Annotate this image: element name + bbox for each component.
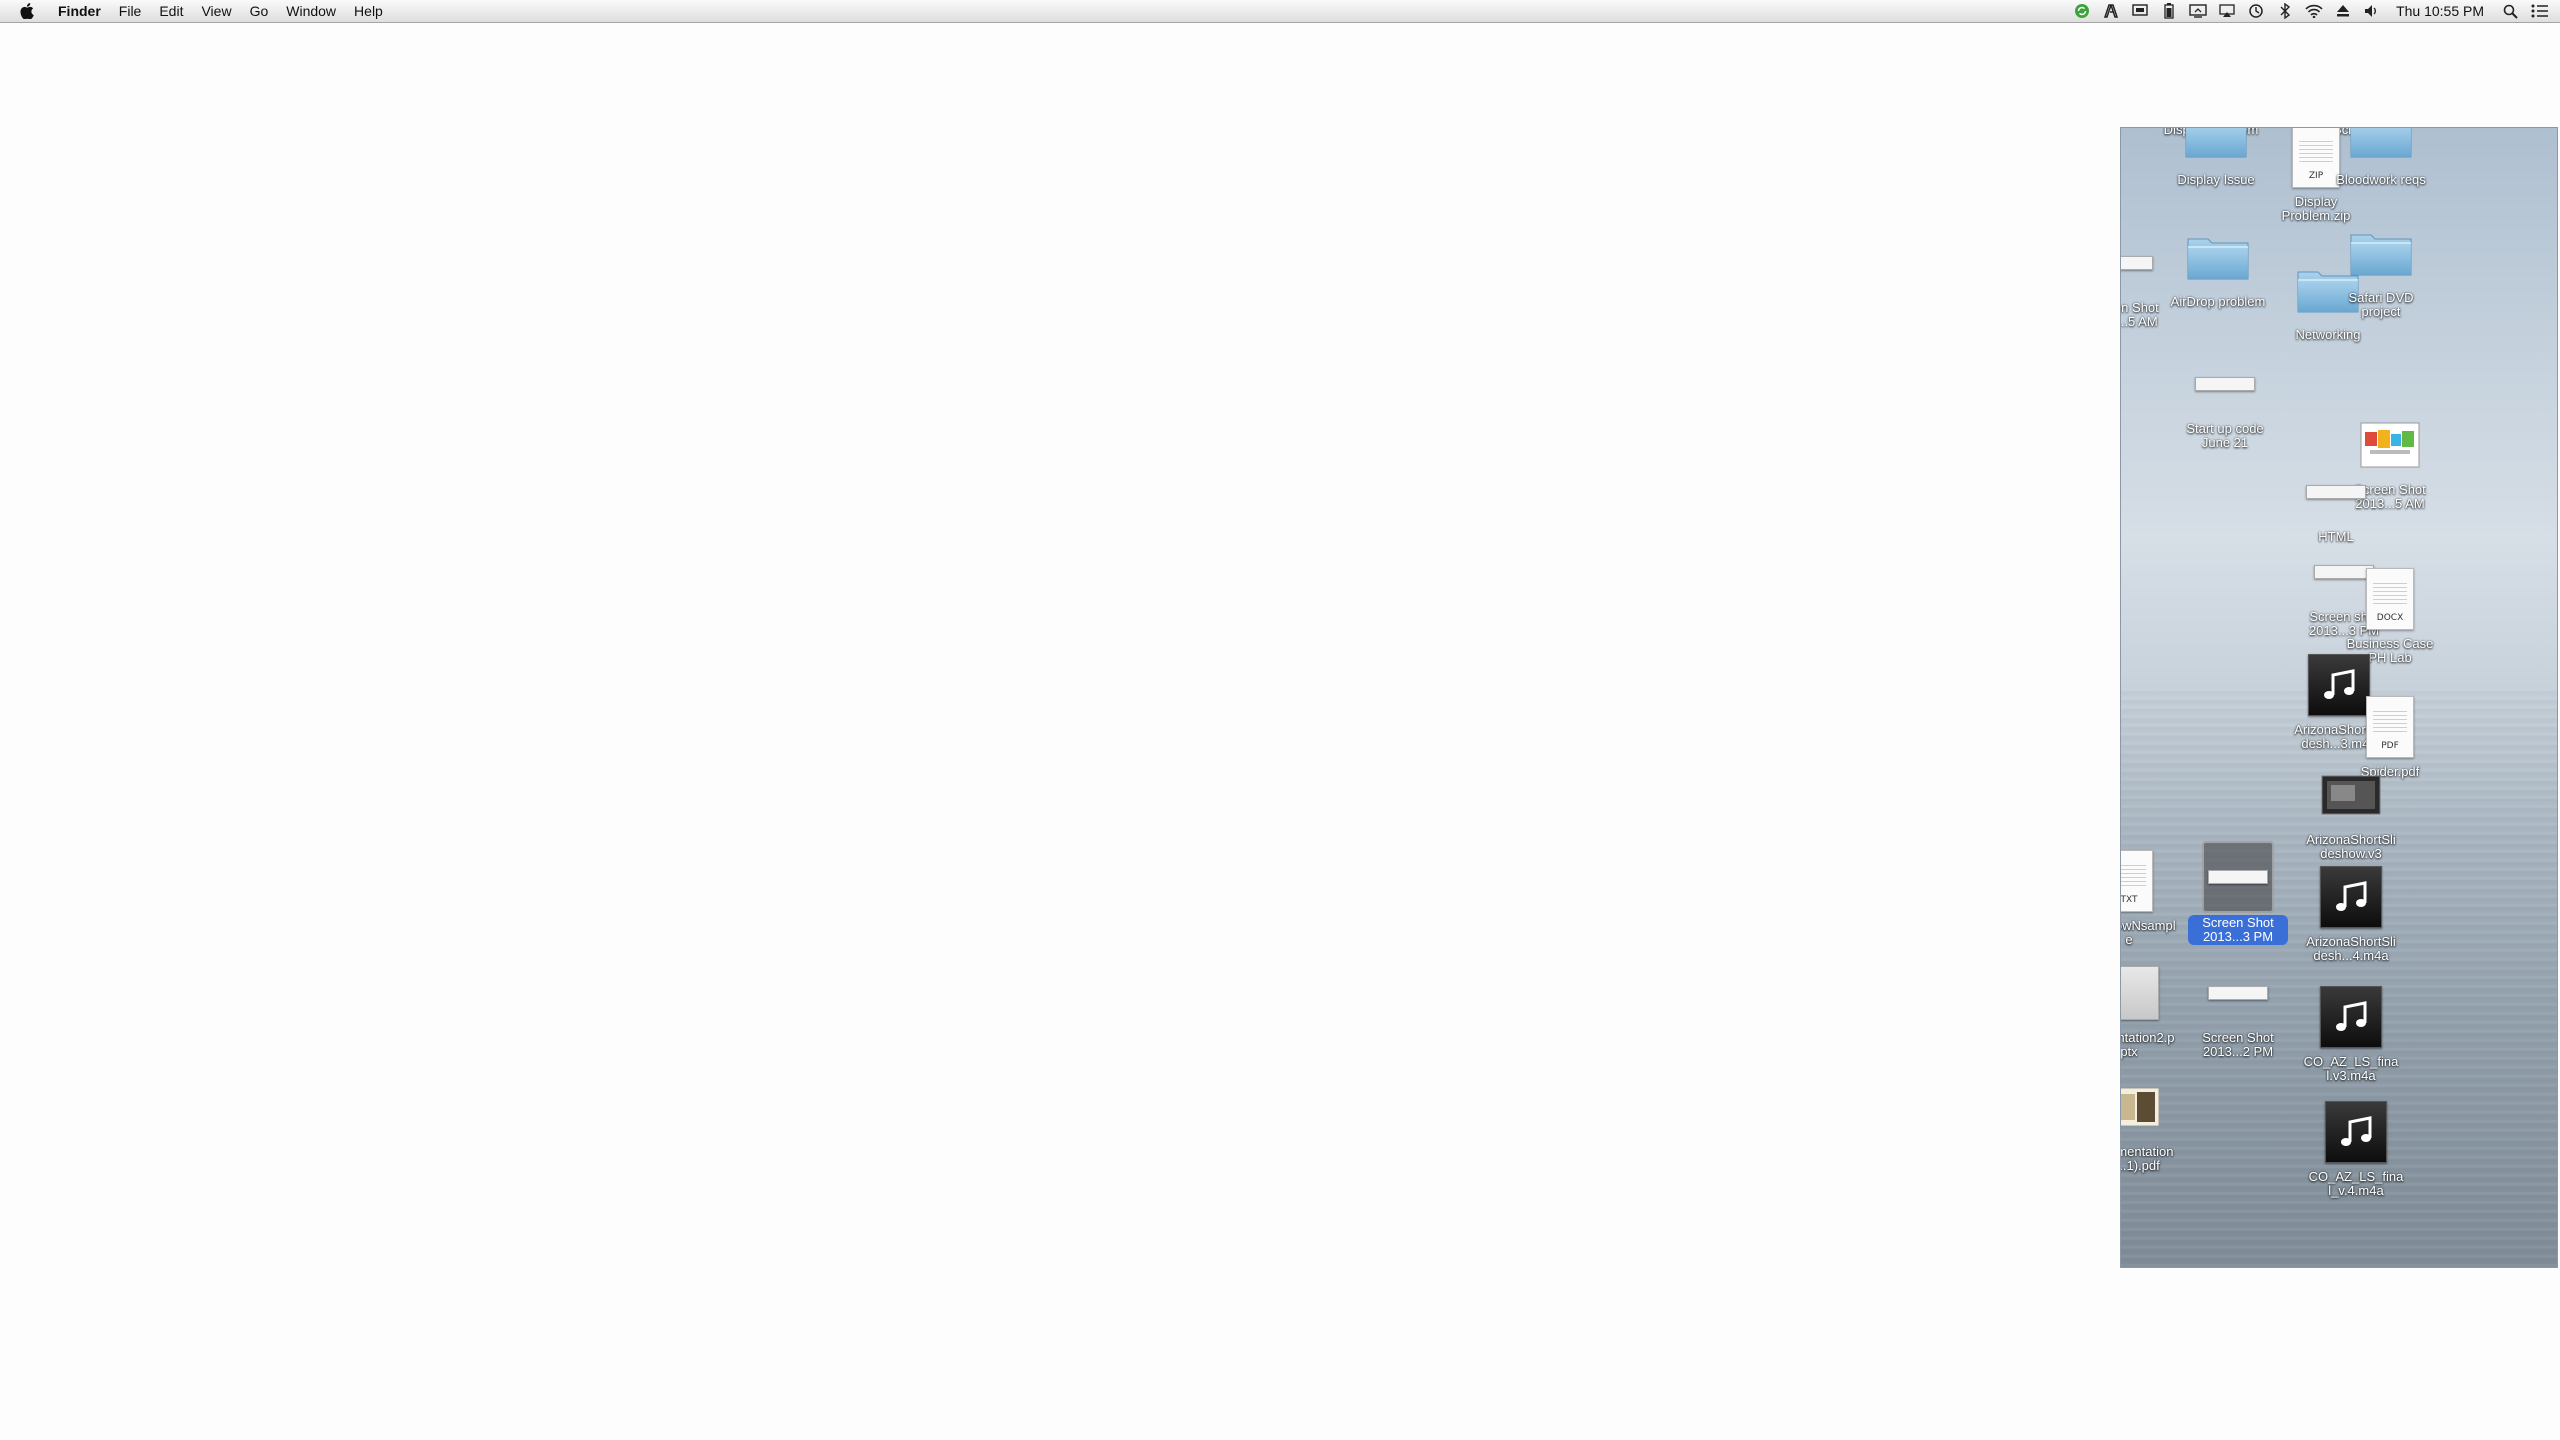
- notification-center-icon[interactable]: [2525, 0, 2554, 22]
- time-machine-icon[interactable]: [2241, 0, 2270, 22]
- desktop-item-label: AirDrop problem: [2170, 294, 2266, 309]
- desktop-item-folder[interactable]: Display Issue: [2166, 128, 2266, 187]
- desktop-item-label: Screen Shot 2013...2 PM: [2202, 1030, 2274, 1059]
- desktop-item-label: Presentation2.pptx: [2120, 1030, 2175, 1059]
- presentation-file-icon: [2121, 957, 2165, 1029]
- pdf-thumbnail-icon: [2121, 1071, 2165, 1143]
- desktop-item-label: CO_AZ_LS_final_v.4.m4a: [2308, 1169, 2404, 1198]
- desktop-area[interactable]: Display ProblemScreen shotsDisplay Issue…: [2120, 127, 2558, 1268]
- desktop-item-label: Implementation Gu...1).pdf: [2121, 1144, 2174, 1173]
- bluetooth-icon[interactable]: [2270, 0, 2299, 22]
- desktop-item-label: seedrowNsample: [2121, 918, 2176, 947]
- desktop-item-txt[interactable]: TXT seedrowNsample: [2120, 845, 2179, 947]
- desktop-item-screenshot[interactable]: Screen Shot 2013...2 PM: [2188, 957, 2288, 1059]
- airplay-icon[interactable]: [2212, 0, 2241, 22]
- audio-file-icon: [2320, 1096, 2392, 1168]
- desktop-item-screenshot[interactable]: Start up code June 21: [2175, 348, 2275, 450]
- folder-icon: [2345, 217, 2417, 289]
- menu-help[interactable]: Help: [345, 0, 392, 22]
- desktop-item-label: Screen Shot 2013...3 PM: [2188, 915, 2288, 945]
- menu-file[interactable]: File: [110, 0, 151, 22]
- screen-share-icon[interactable]: [2125, 0, 2154, 22]
- folder-icon: [2180, 128, 2252, 171]
- desktop-item-audio[interactable]: CO_AZ_LS_final_v.4.m4a: [2306, 1096, 2406, 1198]
- volume-icon[interactable]: [2357, 0, 2386, 22]
- menu-edit[interactable]: Edit: [150, 0, 192, 22]
- screenshot-thumbnail-icon: [2189, 348, 2261, 420]
- video-file-icon: [2315, 759, 2387, 831]
- menubar-clock[interactable]: Thu 10:55 PM: [2386, 0, 2496, 22]
- desktop-item-folder[interactable]: Bloodwork reqs: [2331, 128, 2431, 187]
- display-icon[interactable]: [2183, 0, 2212, 22]
- screenshot-thumbnail-icon: [2202, 841, 2274, 913]
- apple-logo-icon[interactable]: [16, 3, 38, 19]
- desktop-item-label: Start up code June 21: [2186, 421, 2264, 450]
- menu-bar: Finder File Edit View Go Window Help Thu…: [0, 0, 2560, 23]
- desktop-item-screenshot[interactable]: HTML: [2286, 456, 2386, 544]
- menu-go[interactable]: Go: [241, 0, 278, 22]
- sync-icon[interactable]: [2067, 0, 2096, 22]
- desktop-item-audio[interactable]: CO_AZ_LS_final.v3.m4a: [2301, 981, 2401, 1083]
- desktop-item-video[interactable]: ArizonaShortSlideshow.v3: [2301, 759, 2401, 861]
- screenshot-thumbnail-icon: [2121, 227, 2159, 299]
- screenshot-thumbnail-icon: [2300, 456, 2372, 528]
- desktop-item-folder[interactable]: AirDrop problem: [2168, 221, 2268, 309]
- file-type-tag: DOCX: [2376, 613, 2404, 623]
- desktop-item-label: Bloodwork reqs: [2336, 172, 2426, 187]
- desktop-item-label: Screen Shot 2013...5 AM: [2120, 300, 2159, 329]
- pdf-file-icon: PDF: [2354, 691, 2426, 763]
- desktop-item-audio[interactable]: ArizonaShortSlidesh...4.m4a: [2301, 861, 2401, 963]
- menu-window[interactable]: Window: [277, 0, 345, 22]
- desktop-item-pptx[interactable]: Presentation2.pptx: [2120, 957, 2179, 1059]
- menu-app-finder[interactable]: Finder: [54, 0, 110, 22]
- file-type-tag: PDF: [2381, 741, 2399, 751]
- desktop-item-label: ArizonaShortSlidesh...4.m4a: [2306, 934, 2396, 963]
- folder-icon: [2182, 221, 2254, 293]
- desktop-item-photo[interactable]: Implementation Gu...1).pdf: [2121, 1071, 2179, 1173]
- desktop-item-screenshot[interactable]: Screen Shot 2013...5 AM: [2120, 227, 2173, 329]
- text-file-icon: TXT: [2120, 845, 2165, 917]
- desktop-item-label: CO_AZ_LS_final.v3.m4a: [2303, 1054, 2399, 1083]
- desktop-item-label: Safari DVD project: [2348, 290, 2414, 319]
- audio-file-icon: [2315, 861, 2387, 933]
- desktop-item-folder[interactable]: Safari DVD project: [2331, 217, 2431, 319]
- file-type-tag: TXT: [2120, 895, 2138, 905]
- folder-icon: [2345, 128, 2417, 171]
- audio-file-icon: [2315, 981, 2387, 1053]
- wifi-icon[interactable]: [2299, 0, 2328, 22]
- desktop-item-label: ArizonaShortSlideshow.v3: [2306, 832, 2396, 861]
- eject-icon[interactable]: [2328, 0, 2357, 22]
- spotlight-search-icon[interactable]: [2496, 0, 2525, 22]
- desktop-item-label: Display Issue: [2177, 172, 2255, 187]
- desktop-item-screenshot[interactable]: Screen Shot 2013...3 PM: [2188, 841, 2288, 945]
- docx-file-icon: DOCX: [2354, 563, 2426, 635]
- menu-view[interactable]: View: [192, 0, 240, 22]
- adobe-icon[interactable]: [2096, 0, 2125, 22]
- desktop-item-label: Networking: [2295, 327, 2361, 342]
- battery-icon[interactable]: [2154, 0, 2183, 22]
- screenshot-thumbnail-icon: [2202, 957, 2274, 1029]
